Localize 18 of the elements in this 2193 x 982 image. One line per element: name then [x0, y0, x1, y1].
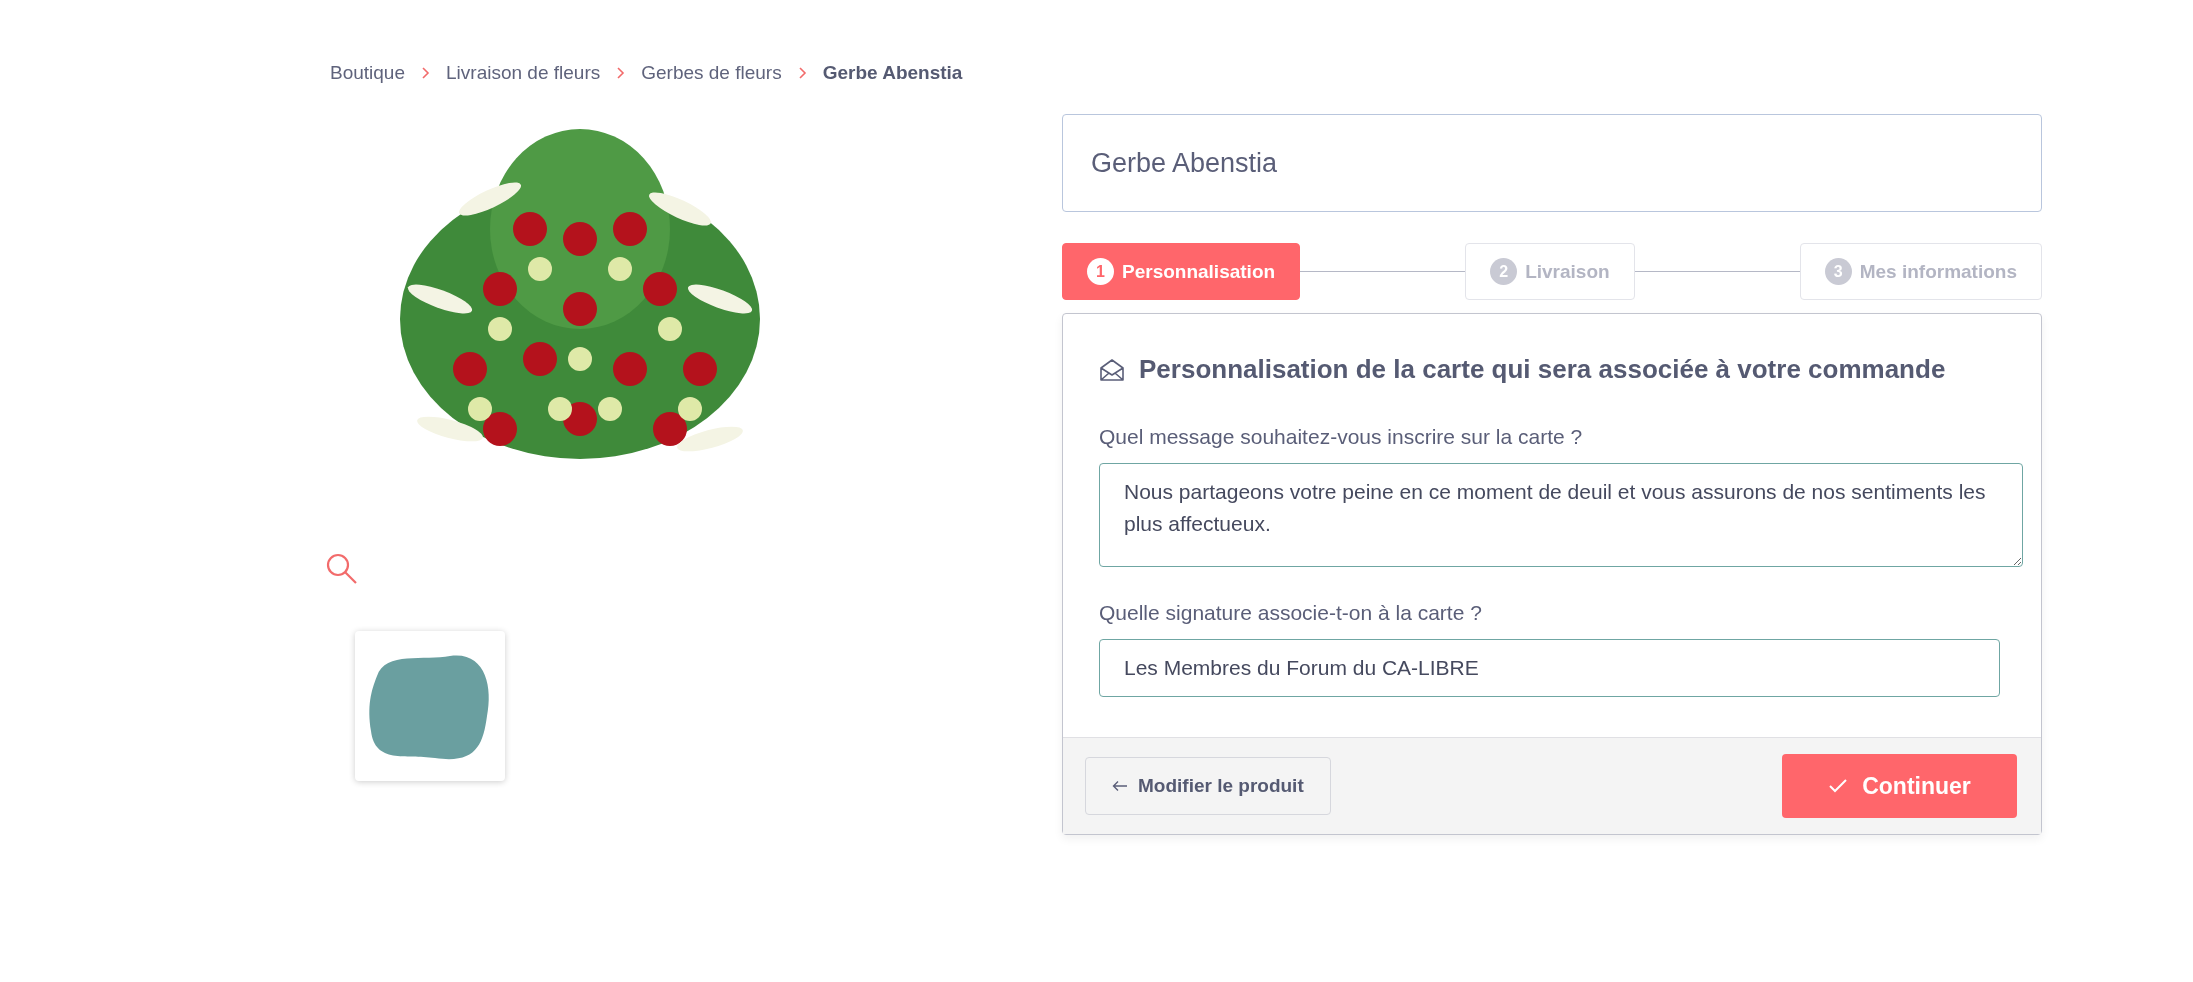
breadcrumb-link[interactable]: Boutique [330, 62, 405, 84]
product-title: Gerbe Abenstia [1062, 114, 2042, 212]
breadcrumb-link[interactable]: Gerbes de fleurs [641, 62, 782, 84]
signature-field[interactable]: Les Membres du Forum du CA-LIBRE [1099, 639, 2000, 697]
message-field[interactable]: Nous partageons votre peine en ce moment de deuil et vous assurons de nos sentiments les plus affectueux. [1099, 463, 2023, 567]
chevron-right-icon [421, 66, 430, 80]
section-heading: Personnalisation de la carte qui sera associée à votre commande [1139, 354, 1946, 385]
breadcrumb-link[interactable]: Livraison de fleurs [446, 62, 601, 84]
field-label: Quel message souhaitez-vous inscrire sur la carte ? [1099, 425, 1584, 449]
chevron-right-icon [797, 66, 807, 80]
chevron-right-icon [616, 66, 626, 80]
check-icon [1828, 778, 1849, 794]
zoom-icon[interactable] [325, 552, 359, 586]
breadcrumb-link[interactable]: Gerbe Abenstia [822, 62, 963, 84]
back-button[interactable]: Modifier le produit [1085, 757, 1331, 815]
arrow-left-icon [1112, 780, 1128, 792]
field-label: Quelle signature associe-t-on à la carte ? [1099, 601, 1483, 625]
envelope-icon [1099, 357, 1125, 382]
